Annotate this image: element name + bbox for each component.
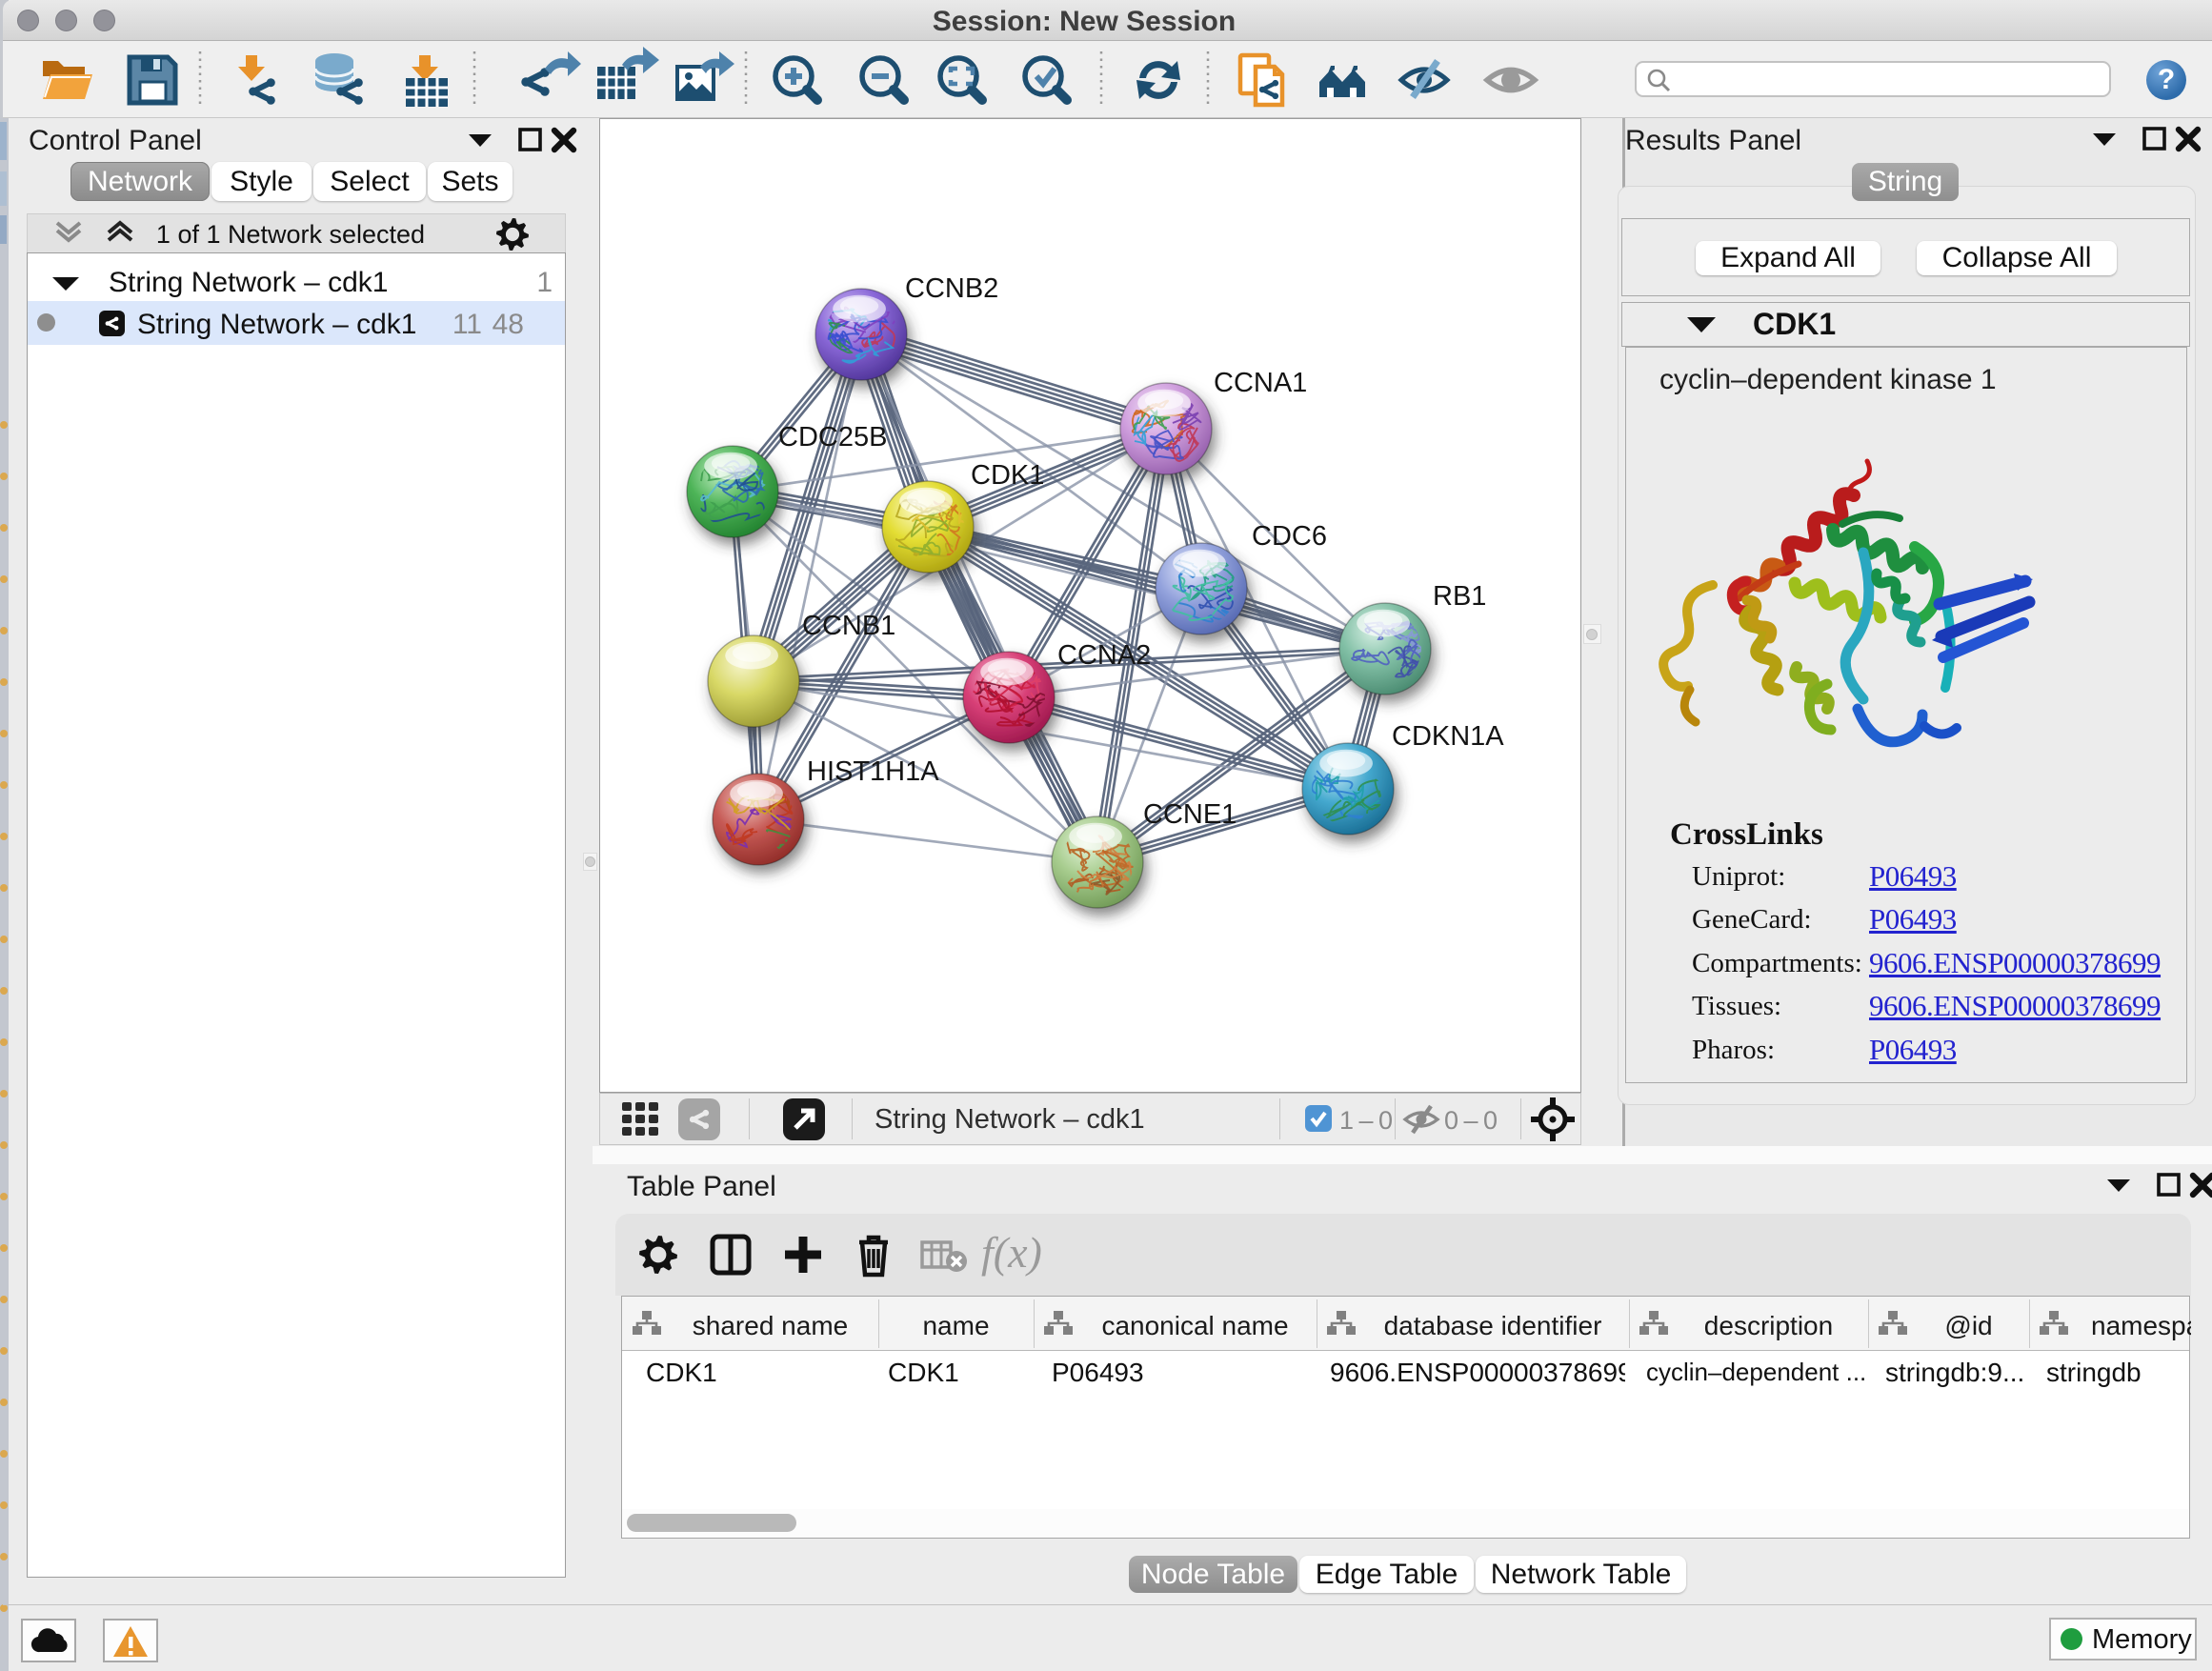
svg-text:CDKN1A: CDKN1A	[1392, 721, 1504, 752]
svg-text:CDK1: CDK1	[971, 460, 1044, 491]
svg-text:CCNE1: CCNE1	[1143, 799, 1237, 830]
svg-text:RB1: RB1	[1433, 581, 1486, 612]
svg-text:CCNA1: CCNA1	[1214, 368, 1307, 398]
svg-text:CCNB2: CCNB2	[905, 273, 998, 304]
svg-text:CDC25B: CDC25B	[778, 422, 887, 453]
svg-text:CDC6: CDC6	[1252, 521, 1327, 552]
svg-text:CCNA2: CCNA2	[1057, 640, 1151, 671]
svg-text:CCNB1: CCNB1	[802, 611, 895, 641]
svg-text:HIST1H1A: HIST1H1A	[807, 756, 939, 787]
